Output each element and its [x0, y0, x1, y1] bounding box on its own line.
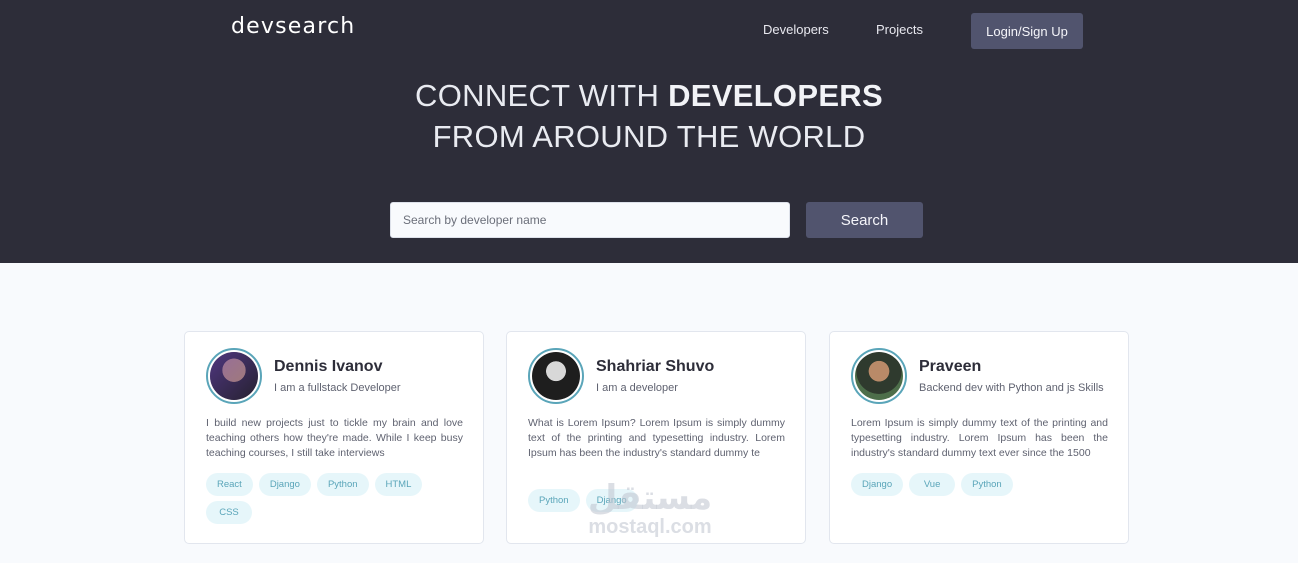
developer-bio: What is Lorem Ipsum? Lorem Ipsum is simp… [528, 417, 785, 459]
logo[interactable]: devsearch [231, 14, 355, 39]
skill-tags: Django Vue Python [851, 473, 1111, 496]
skill-tag: Python [316, 473, 369, 496]
hero-title-line-1: CONNECT WITH DEVELOPERS [0, 78, 1298, 114]
developer-card[interactable]: Praveen Backend dev with Python and js S… [829, 331, 1129, 544]
developer-role: Backend dev with Python and js Skills [919, 382, 1104, 394]
developer-name[interactable]: Dennis Ivanov [274, 358, 382, 376]
skill-tag: Python [961, 473, 1013, 496]
developer-bio: I build new projects just to tickle my b… [206, 417, 463, 459]
developer-role: I am a developer [596, 382, 678, 394]
developer-search-input[interactable] [390, 202, 790, 238]
avatar [528, 348, 584, 404]
developer-card[interactable]: Shahriar Shuvo I am a developer What is … [506, 331, 806, 544]
hero-title-line-2: FROM AROUND THE WORLD [432, 119, 866, 154]
login-signup-button[interactable]: Login/Sign Up [971, 13, 1083, 49]
logo-text: devsearch [231, 14, 356, 39]
developer-name[interactable]: Praveen [919, 358, 981, 376]
skill-tag: Django [258, 473, 311, 496]
developer-name[interactable]: Shahriar Shuvo [596, 358, 714, 376]
avatar [206, 348, 262, 404]
skill-tag: Vue [909, 473, 956, 496]
developer-card[interactable]: Dennis Ivanov I am a fullstack Developer… [184, 331, 484, 544]
skill-tags: React Django Python HTML CSS [206, 473, 466, 524]
skill-tag: Django [851, 473, 904, 496]
avatar-photo [855, 352, 903, 400]
skill-tags: Python Django [528, 489, 788, 512]
skill-tag: Django [585, 489, 638, 512]
search-button[interactable]: Search [806, 202, 923, 238]
skill-tag: HTML [374, 473, 423, 496]
skill-tag: CSS [206, 501, 252, 524]
nav-developers[interactable]: Developers [763, 22, 829, 37]
skill-tag: Python [528, 489, 580, 512]
developer-role: I am a fullstack Developer [274, 382, 401, 394]
avatar [851, 348, 907, 404]
developer-bio: Lorem Ipsum is simply dummy text of the … [851, 417, 1108, 459]
skill-tag: React [206, 473, 253, 496]
avatar-photo [532, 352, 580, 400]
avatar-photo [210, 352, 258, 400]
nav-projects[interactable]: Projects [876, 22, 923, 37]
hero-header: devsearch Developers Projects Login/Sign… [0, 0, 1298, 263]
hero-title-prefix: CONNECT WITH [415, 78, 669, 113]
hero-title-bold: DEVELOPERS [668, 78, 883, 113]
